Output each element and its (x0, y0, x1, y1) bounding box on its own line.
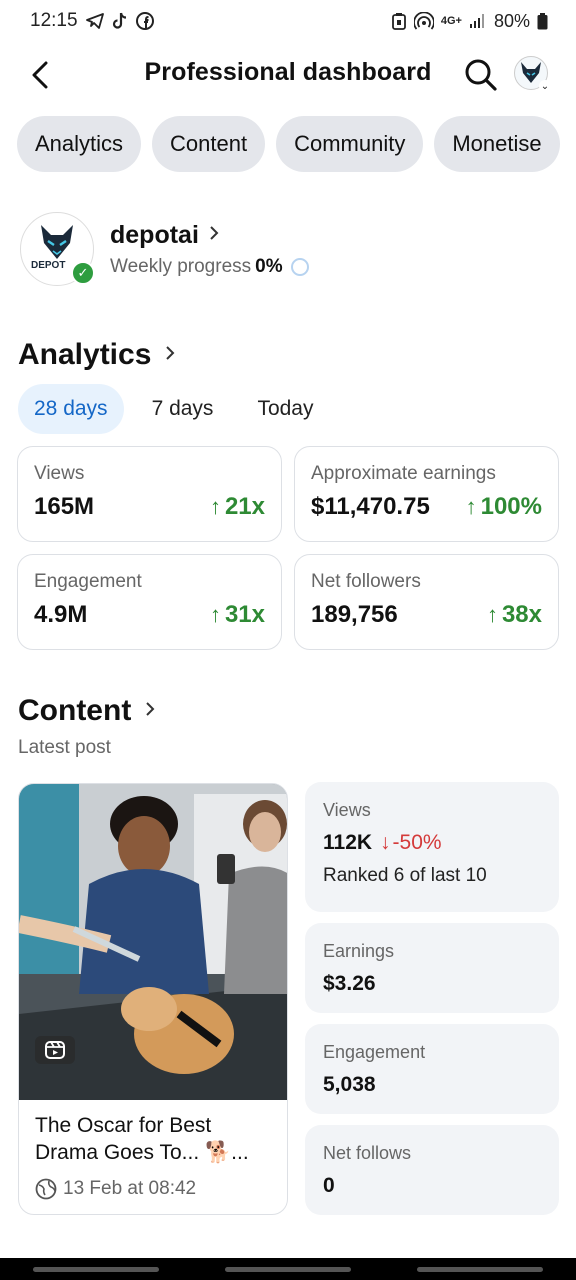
profile-name: depotai (110, 220, 199, 249)
content-section-header[interactable]: Content (18, 694, 155, 728)
metric-value: $11,470.75 (311, 493, 430, 520)
reels-icon (35, 1036, 75, 1064)
stat-rank: Ranked 6 of last 10 (323, 865, 487, 886)
metric-label: Engagement (34, 571, 142, 592)
stat-value: $3.26 (323, 972, 376, 995)
battery-percent: 80% (493, 10, 530, 31)
globe-icon (35, 1178, 57, 1200)
stat-engagement[interactable]: Engagement 5,038 (305, 1024, 559, 1114)
metric-card-engagement[interactable]: Engagement 4.9M ↑ 31x (17, 554, 282, 650)
nav-home-button[interactable] (225, 1266, 351, 1272)
tiktok-icon (112, 12, 128, 30)
status-bar: 12:15 4G+ 80% (0, 0, 576, 42)
arrow-up-icon: ↑ (465, 494, 477, 519)
period-7-days[interactable]: 7 days (136, 384, 230, 434)
latest-post-label: Latest post (18, 737, 111, 758)
chevron-down-icon: ⌄ (539, 80, 551, 92)
stat-label: Net follows (323, 1143, 412, 1163)
stat-label: Views (323, 800, 371, 820)
verified-check-icon: ✓ (71, 261, 95, 285)
search-icon (465, 59, 497, 91)
analytics-title: Analytics (18, 338, 152, 371)
metric-value: 165M (34, 493, 95, 520)
period-today[interactable]: Today (241, 384, 329, 434)
stat-earnings[interactable]: Earnings $3.26 (305, 923, 559, 1013)
nav-recents-button[interactable] (33, 1266, 159, 1272)
metric-change-value: 38x (501, 601, 542, 628)
metric-label: Views (34, 463, 85, 484)
search-button[interactable] (463, 56, 499, 94)
progress-ring-icon (290, 257, 309, 276)
chevron-right-icon (209, 224, 219, 247)
account-switcher[interactable]: ⌄ (514, 56, 551, 92)
arrow-down-icon: ↓ (380, 831, 391, 854)
metric-label: Net followers (311, 571, 421, 592)
chevron-right-icon (165, 344, 175, 367)
tab-monetise[interactable]: Monetise (434, 116, 560, 172)
stat-change: ↓ -50% (380, 831, 442, 855)
metric-card-net-followers[interactable]: Net followers 189,756 ↑ 38x (294, 554, 559, 650)
tab-content[interactable]: Content (152, 116, 266, 172)
metric-label: Approximate earnings (311, 463, 496, 484)
metric-change: ↑ 21x (210, 493, 265, 521)
period-selector: 28 days 7 days Today (18, 384, 341, 434)
network-type: 4G+ (440, 15, 462, 27)
avatar-brand-text: DEPOT (31, 260, 66, 271)
metric-change: ↑ 31x (210, 601, 265, 629)
metric-change-value: 31x (224, 601, 265, 628)
metric-card-earnings[interactable]: Approximate earnings $11,470.75 ↑ 100% (294, 446, 559, 542)
stat-net-follows[interactable]: Net follows 0 (305, 1125, 559, 1215)
alarm-icon (391, 12, 407, 30)
post-thumbnail (19, 784, 287, 1100)
stat-change-value: -50% (392, 831, 442, 854)
metric-change-value: 100% (480, 493, 542, 520)
tab-community[interactable]: Community (276, 116, 424, 172)
signal-icon (469, 13, 487, 29)
stat-value: 0 (323, 1174, 335, 1197)
period-28-days[interactable]: 28 days (18, 384, 124, 434)
post-title: The Oscar for Best Drama Goes To... 🐕... (35, 1114, 249, 1164)
metric-value: 189,756 (311, 601, 398, 628)
arrow-up-icon: ↑ (486, 602, 498, 627)
system-nav-bar (0, 1258, 576, 1280)
nav-back-button[interactable] (417, 1266, 543, 1272)
telegram-icon (85, 13, 104, 29)
stat-label: Earnings (323, 941, 395, 961)
tab-analytics[interactable]: Analytics (17, 116, 142, 172)
profile-avatar: DEPOT ✓ (20, 212, 95, 286)
profile-summary[interactable]: DEPOT ✓ depotai Weekly progress 0% (20, 212, 309, 286)
arrow-up-icon: ↑ (209, 494, 221, 519)
latest-post-card[interactable]: The Oscar for Best Drama Goes To... 🐕...… (18, 783, 288, 1215)
stat-value: 112K (323, 831, 373, 854)
battery-icon (537, 12, 548, 30)
facebook-icon (135, 12, 154, 30)
wolf-logo-icon (41, 225, 73, 259)
metric-card-views[interactable]: Views 165M ↑ 21x (17, 446, 282, 542)
status-time: 12:15 (30, 10, 78, 31)
metric-change: ↑ 38x (487, 601, 542, 629)
post-date: 13 Feb at 08:42 (63, 1178, 197, 1199)
chevron-right-icon (145, 700, 155, 723)
stat-label: Engagement (323, 1042, 426, 1062)
weekly-progress-value: 0% (255, 255, 283, 277)
content-title: Content (18, 694, 132, 727)
stat-views[interactable]: Views 112K ↓ -50% Ranked 6 of last 10 (305, 782, 559, 912)
hotspot-icon (413, 12, 434, 30)
metric-value: 4.9M (34, 601, 88, 628)
arrow-up-icon: ↑ (209, 602, 221, 627)
analytics-section-header[interactable]: Analytics (18, 338, 175, 372)
weekly-progress-label: Weekly progress (110, 255, 252, 277)
app-header: Professional dashboard ⌄ (0, 48, 576, 102)
stat-value: 5,038 (323, 1073, 376, 1096)
metric-change: ↑ 100% (466, 493, 542, 521)
metric-change-value: 21x (224, 493, 265, 520)
dashboard-tabs: Analytics Content Community Monetise (17, 116, 560, 172)
